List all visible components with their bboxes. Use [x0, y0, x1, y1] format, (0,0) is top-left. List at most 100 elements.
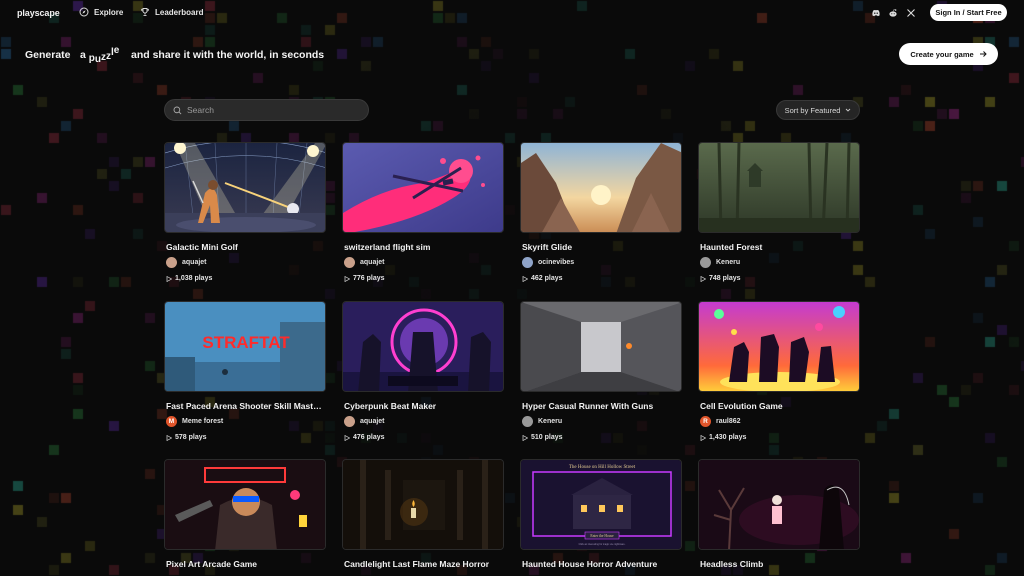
- game-author[interactable]: Keneru: [700, 257, 740, 268]
- game-title: Candlelight Last Flame Maze Horror: [344, 559, 489, 569]
- game-title: Fast Paced Arena Shooter Skill Mastery: [166, 401, 324, 411]
- discord-icon[interactable]: [870, 7, 881, 18]
- play-count: 476 plays: [344, 434, 385, 441]
- play-count: 776 plays: [344, 275, 385, 282]
- plays-label: 776 plays: [353, 275, 385, 282]
- enter-house-label: Enter the House: [590, 534, 614, 538]
- sort-label: Sort by Featured: [784, 105, 841, 115]
- play-icon: [522, 434, 528, 441]
- game-author[interactable]: M Meme forest: [166, 416, 223, 427]
- avatar: [522, 416, 533, 427]
- pixel-background: [0, 0, 1024, 576]
- author-name: Keneru: [538, 418, 563, 425]
- hero-suffix: and share it with the world, in seconds: [131, 49, 325, 61]
- reddit-icon[interactable]: [887, 7, 898, 18]
- play-icon: [166, 275, 172, 282]
- play-icon: [344, 275, 350, 282]
- author-name: aquajet: [182, 259, 207, 266]
- game-title: Galactic Mini Golf: [166, 242, 238, 252]
- author-name: aquajet: [360, 418, 385, 425]
- avatar: [522, 257, 533, 268]
- play-count: 462 plays: [522, 275, 563, 282]
- avatar: [344, 257, 355, 268]
- x-icon[interactable]: [905, 7, 916, 18]
- compass-icon: [79, 7, 89, 17]
- game-thumbnail: [698, 142, 860, 233]
- game-title: Cell Evolution Game: [700, 401, 783, 411]
- sort-dropdown[interactable]: Sort by Featured: [776, 100, 860, 120]
- top-nav: playscape Explore Leaderboard Sign In / …: [0, 0, 1024, 26]
- hero-word-article: a: [80, 49, 86, 61]
- game-title: Hyper Casual Runner With Guns: [522, 401, 654, 411]
- sign-in-button[interactable]: Sign In / Start Free: [930, 4, 1007, 21]
- author-name: aquajet: [360, 259, 385, 266]
- nav-leaderboard-label: Leaderboard: [155, 7, 204, 17]
- trophy-icon: [141, 8, 149, 16]
- game-title: switzerland flight sim: [344, 242, 431, 252]
- plays-label: 1,038 plays: [175, 275, 213, 282]
- play-count: 578 plays: [166, 434, 207, 441]
- avatar: R: [700, 416, 711, 427]
- game-thumbnail: [342, 301, 504, 392]
- haunted-house-caption: Click an interesting for magic ure night…: [579, 543, 626, 546]
- game-thumbnail: [164, 459, 326, 550]
- play-icon: [344, 434, 350, 441]
- hero-prefix: Generate: [25, 49, 71, 61]
- play-icon: [700, 275, 706, 282]
- plays-label: 462 plays: [531, 275, 563, 282]
- play-count: 510 plays: [522, 434, 563, 441]
- plays-label: 748 plays: [709, 275, 741, 282]
- game-author[interactable]: aquajet: [166, 257, 207, 268]
- plays-label: 510 plays: [531, 434, 563, 441]
- author-name: Keneru: [716, 259, 741, 266]
- game-author[interactable]: ocinevibes: [522, 257, 574, 268]
- play-count: 1,038 plays: [166, 275, 212, 282]
- game-thumbnail: [698, 459, 860, 550]
- avatar: [700, 257, 711, 268]
- haunted-house-banner: The House on Hill Hollow Street: [569, 465, 636, 470]
- search-bar[interactable]: [164, 99, 369, 121]
- plays-label: 1,430 plays: [709, 434, 747, 441]
- avatar: M: [166, 416, 177, 427]
- search-input[interactable]: [187, 105, 357, 115]
- nav-explore-label: Explore: [94, 7, 124, 17]
- app-logo[interactable]: playscape: [17, 8, 60, 18]
- create-game-label: Create your game: [910, 49, 974, 59]
- play-icon: [700, 434, 706, 441]
- game-thumbnail: [342, 142, 504, 233]
- create-game-button[interactable]: Create your game: [899, 43, 998, 65]
- game-title: Haunted Forest: [700, 242, 763, 252]
- game-thumbnail: [698, 301, 860, 392]
- play-count: 748 plays: [700, 275, 741, 282]
- author-name: Meme forest: [182, 418, 224, 425]
- author-name: ocinevibes: [538, 259, 575, 266]
- arrow-right-icon: [979, 51, 987, 57]
- author-name: raul862: [716, 418, 741, 425]
- play-icon: [166, 434, 172, 441]
- game-thumbnail: [520, 142, 682, 233]
- straftat-logo: STRAFTAT: [202, 333, 290, 352]
- game-thumbnail: [342, 459, 504, 550]
- plays-label: 578 plays: [175, 434, 207, 441]
- game-title: Skyrift Glide: [522, 242, 573, 252]
- game-author[interactable]: Keneru: [522, 416, 562, 427]
- game-thumbnail: The House on Hill Hollow Street Enter th…: [520, 459, 682, 550]
- search-icon: [173, 106, 182, 114]
- game-title: Haunted House Horror Adventure: [522, 559, 658, 569]
- game-title: Headless Climb: [700, 559, 764, 569]
- hero-word-noun: puzzle: [88, 45, 120, 65]
- game-author[interactable]: aquajet: [344, 257, 385, 268]
- hero-animated-word: a puzzle: [80, 45, 120, 65]
- game-author[interactable]: aquajet: [344, 416, 385, 427]
- nav-explore[interactable]: Explore: [79, 7, 123, 17]
- play-icon: [522, 275, 528, 282]
- game-title: Pixel Art Arcade Game: [166, 559, 258, 569]
- avatar: [166, 257, 177, 268]
- game-thumbnail: [520, 301, 682, 392]
- game-author[interactable]: Rraul862: [700, 416, 741, 427]
- avatar: [344, 416, 355, 427]
- nav-leaderboard[interactable]: Leaderboard: [140, 7, 203, 17]
- game-thumbnail: STRAFTAT: [164, 301, 326, 392]
- chevron-down-icon: [846, 108, 851, 112]
- play-count: 1,430 plays: [700, 434, 746, 441]
